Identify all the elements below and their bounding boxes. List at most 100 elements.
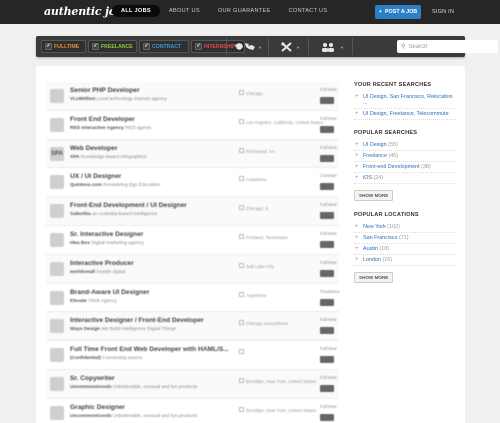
show-more-searches-button[interactable]: SHOW MORE — [354, 190, 394, 201]
popular-location-item[interactable]: New York (102) — [354, 222, 456, 233]
plus-icon: + — [378, 9, 382, 15]
chevron-down-icon[interactable]: ▼ — [340, 45, 344, 50]
job-date-badge — [320, 240, 334, 248]
popular-search-label: UI Design — [363, 142, 387, 148]
filter-bar: ✓ FULLTIME ✓ FREELANCE ✓ CONTRACT ✓ INTE… — [36, 36, 498, 57]
company-name: Wayo Design — [70, 327, 100, 333]
job-title[interactable]: Interactive Producer — [70, 260, 134, 267]
job-row[interactable]: Brand-Aware UI Designer Elevate Think Age… — [46, 284, 340, 313]
company-name: VLUMSfest — [70, 97, 96, 102]
popular-location-item[interactable]: London (16) — [354, 255, 456, 266]
job-location-label: Chicago — [246, 91, 263, 96]
people-icon[interactable] — [321, 42, 335, 54]
job-location: Chicago everywhere — [239, 320, 288, 326]
job-title[interactable]: Graphic Designer — [70, 404, 125, 411]
job-type: Full-time — [320, 202, 337, 208]
recent-search-item[interactable]: UI Design, Freelance, Telecommute — [354, 109, 456, 120]
job-location-label: Richmond, VA — [246, 148, 276, 154]
job-company: Elevate Think Agency — [70, 299, 117, 304]
job-row[interactable]: Full Time Front End Web Developer with H… — [46, 341, 339, 370]
job-row[interactable]: Interactive Producer worldsmall Seattle d… — [46, 254, 339, 284]
job-title[interactable]: UX / UI Designer — [70, 173, 121, 180]
company-name: SPA — [70, 154, 80, 160]
popular-location-count: (16) — [382, 257, 393, 263]
job-row[interactable]: UX / UI Designer Quintess.com Revitalizin… — [46, 168, 339, 198]
post-a-job-button[interactable]: + POST A JOB — [375, 5, 421, 19]
job-title[interactable]: Web Developer — [70, 145, 118, 152]
globe-icon[interactable] — [234, 42, 256, 54]
job-type: Contract — [320, 173, 337, 179]
sign-in-link[interactable]: SIGN IN — [432, 9, 454, 15]
job-date-badge — [320, 327, 334, 335]
company-name: RED Interactive Agency — [70, 125, 124, 131]
job-title[interactable]: Front-End Development / UI Designer — [70, 202, 187, 209]
company-logo — [50, 319, 64, 334]
popular-search-item[interactable]: UI Design (55) — [354, 140, 456, 151]
popular-search-item[interactable]: Front-end Development (38) — [354, 162, 456, 173]
location-pin-icon — [239, 291, 244, 297]
job-company: worldsmall Seattle digital — [70, 270, 125, 275]
company-logo — [50, 405, 64, 420]
job-date-badge — [320, 97, 334, 104]
popular-locations: POPULAR LOCATIONS New York (102) San Fra… — [354, 212, 456, 284]
search-box[interactable]: ⚲ — [397, 40, 498, 53]
job-row[interactable]: SPA Web Developer SPA Knowledge-based info… — [46, 139, 339, 169]
job-row[interactable]: Interactive Designer / Front-End Develop… — [46, 312, 339, 342]
checkmark-icon: ✓ — [195, 43, 202, 50]
job-location-label: Anywhere — [246, 292, 267, 298]
company-logo — [50, 290, 64, 305]
job-title[interactable]: Brand-Aware UI Designer — [70, 289, 149, 296]
popular-search-item[interactable]: iOS (24) — [354, 173, 456, 184]
recent-search-label: UI Design, Freelance, Telecommute — [363, 111, 449, 117]
chevron-down-icon[interactable]: ▼ — [258, 45, 262, 50]
job-row[interactable]: Front End Developer RED Interactive Agenc… — [46, 111, 339, 140]
filter-contract[interactable]: ✓ CONTRACT — [139, 40, 189, 53]
search-input[interactable] — [408, 43, 489, 50]
popular-location-item[interactable]: San Francisco (71) — [354, 233, 456, 244]
show-more-locations-button[interactable]: SHOW MORE — [354, 272, 394, 283]
nav-contact-us[interactable]: CONTACT US — [280, 5, 337, 17]
job-location-label: Anywhere — [246, 177, 267, 183]
job-title[interactable]: Sr. Interactive Designer — [70, 231, 143, 238]
popular-location-label: San Francisco — [363, 235, 398, 241]
popular-location-count: (102) — [387, 224, 400, 230]
popular-locations-heading: POPULAR LOCATIONS — [354, 212, 419, 218]
company-name: Elevate — [70, 298, 87, 304]
nav-our-guarantee[interactable]: OUR GUARANTEE — [209, 5, 280, 17]
job-title[interactable]: Interactive Designer / Front-End Develop… — [70, 317, 204, 324]
tools-icon[interactable] — [281, 42, 292, 54]
job-title[interactable]: Sr. Copywriter — [70, 375, 115, 382]
job-title[interactable]: Full Time Front End Web Developer with H… — [70, 346, 229, 353]
job-row[interactable]: Sr. Interactive Designer Idea Box Digital… — [46, 226, 339, 255]
job-row[interactable]: Graphic Designer UncommonGoods Unbelievab… — [46, 399, 339, 423]
job-company: Suburbia an Australia-based intelligence — [70, 212, 157, 217]
job-row[interactable]: Sr. Copywriter UncommonGoods Unbelievable… — [46, 369, 339, 399]
job-title[interactable]: Senior PHP Developer — [70, 87, 140, 94]
location-pin-icon — [239, 377, 244, 383]
divider — [268, 38, 269, 55]
chevron-down-icon[interactable]: ▼ — [296, 45, 300, 50]
popular-search-label: Front-end Development — [363, 164, 420, 170]
filter-freelance[interactable]: ✓ FREELANCE — [88, 40, 137, 53]
job-row[interactable]: Senior PHP Developer VLUMSfest Local tech… — [46, 82, 339, 111]
popular-location-count: (18) — [379, 246, 390, 252]
popular-search-item[interactable]: Freelance (45) — [354, 151, 456, 162]
job-list: Senior PHP Developer VLUMSfest Local tech… — [46, 82, 340, 423]
job-type: Full-time — [320, 144, 337, 150]
company-logo — [50, 204, 64, 219]
company-description: Local technology Interest agency — [96, 97, 167, 102]
popular-searches: POPULAR SEARCHES UI Design (55) Freelanc… — [354, 130, 456, 202]
popular-location-count: (71) — [398, 235, 409, 241]
job-row[interactable]: Front-End Development / UI Designer Subur… — [46, 197, 339, 226]
recent-search-item[interactable]: UI Design, San Francisco, Relocation ... — [354, 92, 456, 109]
job-title[interactable]: Front End Developer — [70, 116, 135, 123]
popular-location-item[interactable]: Austin (18) — [354, 244, 456, 255]
divider — [308, 38, 309, 55]
filter-fulltime[interactable]: ✓ FULLTIME — [41, 40, 86, 53]
job-date-badge — [320, 384, 334, 392]
company-name: UncommonGoods — [70, 413, 112, 419]
nav-all-jobs[interactable]: ALL JOBS — [112, 5, 160, 17]
nav-about-us[interactable]: ABOUT US — [160, 5, 209, 17]
job-company: Quintess.com Revitalizing Ego Education — [70, 183, 160, 188]
company-description: Knowledge-based infographics — [80, 154, 147, 160]
